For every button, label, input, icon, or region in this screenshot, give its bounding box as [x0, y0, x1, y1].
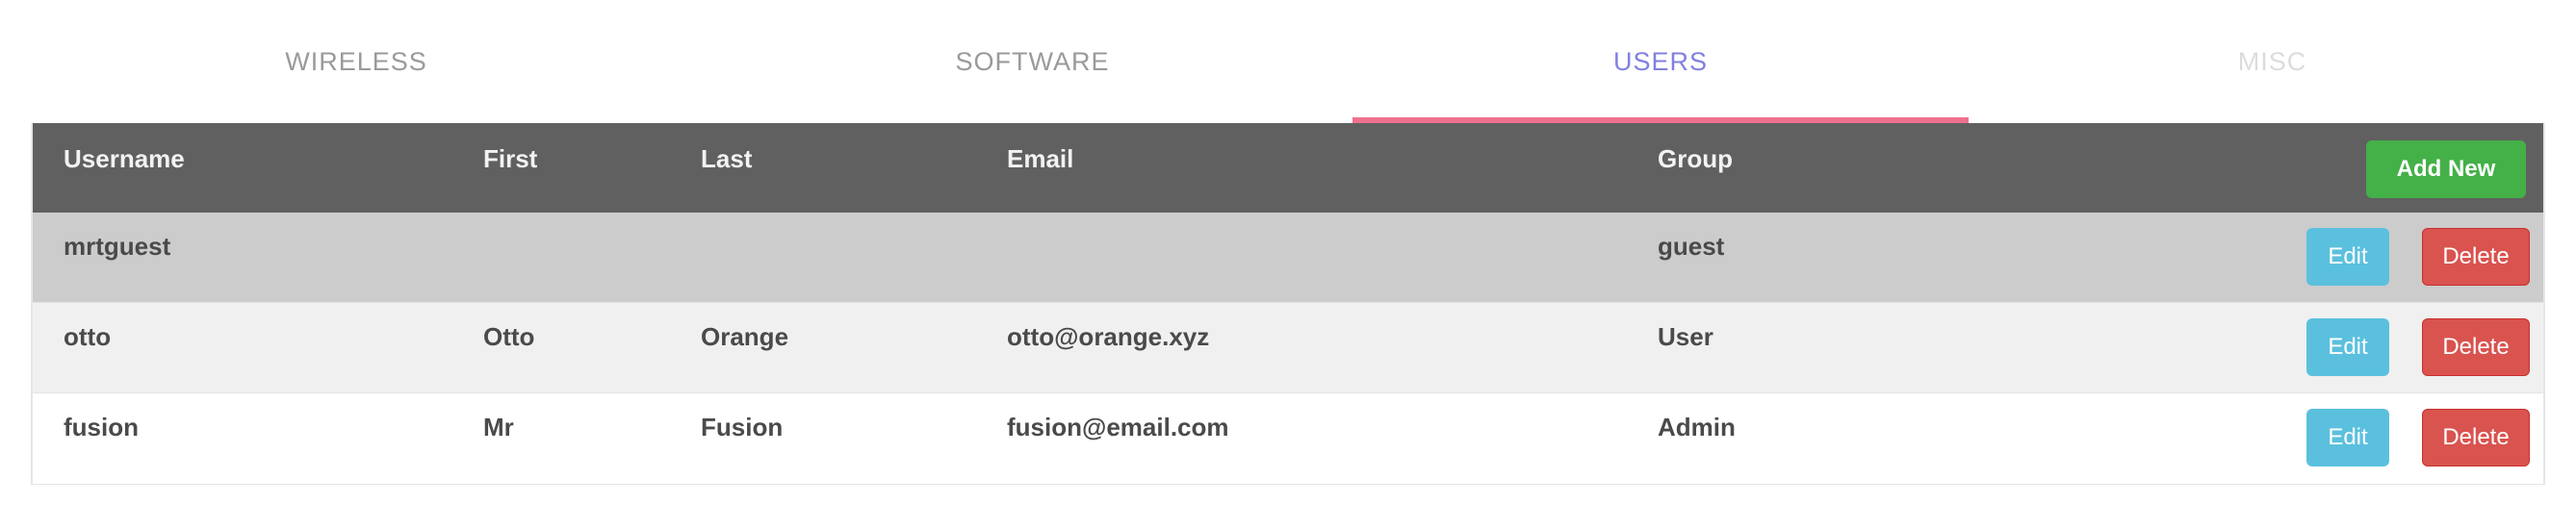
users-page: WIRELESS SOFTWARE USERS MISC Username Fi… — [0, 0, 2576, 529]
table-row: otto Otto Orange otto@orange.xyz User Ed… — [33, 303, 2543, 393]
tab-software[interactable]: SOFTWARE — [712, 0, 1352, 123]
edit-button[interactable]: Edit — [2306, 228, 2389, 286]
column-header-username: Username — [64, 144, 185, 173]
table-header: Username First Last Email Group Add New — [33, 123, 2543, 213]
cell-email: otto@orange.xyz — [1007, 322, 1210, 351]
cell-email: fusion@email.com — [1007, 413, 1229, 441]
tab-label: SOFTWARE — [955, 46, 1110, 76]
add-new-button[interactable]: Add New — [2366, 140, 2526, 198]
cell-first: Otto — [483, 322, 535, 351]
cell-group: guest — [1658, 232, 1725, 261]
delete-button[interactable]: Delete — [2422, 228, 2530, 286]
delete-button[interactable]: Delete — [2422, 318, 2530, 376]
cell-first: Mr — [483, 413, 514, 441]
users-table: Username First Last Email Group Add New … — [31, 123, 2545, 485]
column-header-email: Email — [1007, 144, 1074, 173]
edit-button[interactable]: Edit — [2306, 318, 2389, 376]
cell-username: otto — [64, 322, 112, 351]
delete-button[interactable]: Delete — [2422, 409, 2530, 466]
column-header-group: Group — [1658, 144, 1733, 173]
cell-username: mrtguest — [64, 232, 171, 261]
tab-users[interactable]: USERS — [1352, 0, 1969, 123]
column-header-first: First — [483, 144, 538, 173]
column-header-last: Last — [701, 144, 753, 173]
cell-group: Admin — [1658, 413, 1736, 441]
tab-label: WIRELESS — [285, 46, 427, 76]
tab-wireless[interactable]: WIRELESS — [0, 0, 712, 123]
tab-bar: WIRELESS SOFTWARE USERS MISC — [0, 0, 2576, 123]
cell-last: Orange — [701, 322, 789, 351]
tab-label: USERS — [1612, 46, 1709, 76]
edit-button[interactable]: Edit — [2306, 409, 2389, 466]
tab-misc[interactable]: MISC — [1969, 0, 2576, 123]
tab-label: MISC — [2237, 46, 2307, 76]
cell-last: Fusion — [701, 413, 784, 441]
table-row: fusion Mr Fusion fusion@email.com Admin … — [33, 393, 2543, 484]
table-row: mrtguest guest Edit Delete — [33, 213, 2543, 303]
cell-group: User — [1658, 322, 1713, 351]
cell-username: fusion — [64, 413, 139, 441]
